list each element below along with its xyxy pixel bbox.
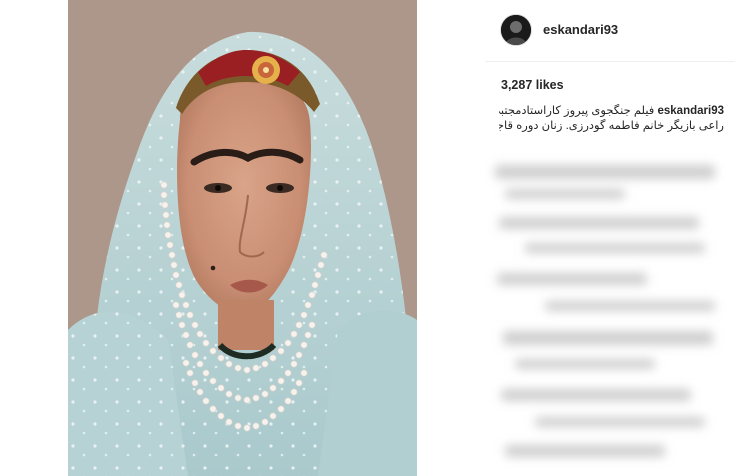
post-caption: eskandari93 فیلم جنگجوی پیروز کاراستادمج… [499, 104, 724, 134]
caption-line-2: راعی بازیگر خانم فاطمه گودرزی. زنان دوره… [499, 120, 724, 132]
post-header: eskandari93 [485, 0, 735, 62]
post-sidebar: eskandari93 3,287 likes eskandari93 فیلم… [485, 0, 735, 476]
portrait-image [68, 0, 417, 476]
profile-avatar-icon[interactable] [500, 14, 532, 46]
caption-line-1: eskandari93 فیلم جنگجوی پیروز کاراستادمج… [499, 104, 724, 119]
blurred-comments [485, 145, 735, 476]
caption-text-1: فیلم جنگجوی پیروز کاراستادمجتبی [499, 105, 655, 117]
header-username-link[interactable]: eskandari93 [543, 22, 618, 37]
likes-count[interactable]: 3,287 likes [501, 78, 564, 92]
blurred-comments-image [485, 145, 735, 476]
post-photo-area [0, 0, 485, 476]
caption-username-link[interactable]: eskandari93 [658, 105, 725, 117]
post-photo[interactable] [68, 0, 417, 476]
